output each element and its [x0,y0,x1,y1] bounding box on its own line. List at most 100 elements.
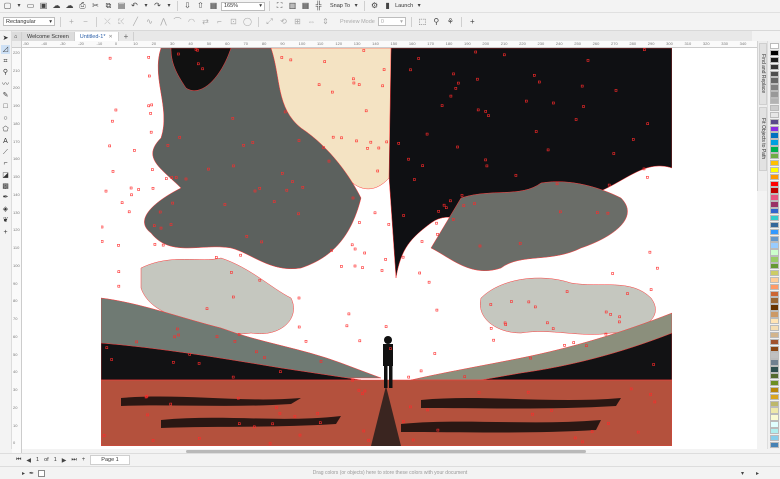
application-launcher-icon[interactable]: ▮ [382,1,393,12]
page-1-tab[interactable]: Page 1 [90,455,130,465]
color-swatch[interactable] [769,214,779,222]
redo-icon[interactable]: ↷ [152,1,163,12]
color-swatch[interactable] [769,393,779,400]
print-icon[interactable]: ⎙ [77,1,88,12]
stretch-nodes-icon[interactable]: ⤢ [264,16,275,27]
last-page-icon[interactable]: ⏭ [71,457,76,464]
polygon-tool-icon[interactable]: ⬠ [1,125,10,134]
color-swatch[interactable] [769,63,779,70]
color-swatch[interactable] [769,111,779,119]
ellipse-tool-icon[interactable]: ○ [1,114,10,123]
find-and-replace-tab[interactable]: Find and Replace [759,43,767,105]
cloud-download-icon[interactable]: ☁ [64,1,75,12]
cloud-upload-icon[interactable]: ☁ [51,1,62,12]
new-tab-button[interactable]: + [119,32,135,41]
color-swatch[interactable] [769,345,779,352]
zoom-level-combo[interactable]: 165% ▾ [221,1,265,11]
color-swatch[interactable] [769,428,779,435]
color-swatch[interactable] [769,297,779,304]
add-node-icon[interactable]: + [66,16,77,27]
parallel-dimension-icon[interactable]: ⟋ [1,148,10,157]
options-gear-icon[interactable]: ⚙ [369,1,380,12]
launch-label[interactable]: Launch [395,3,413,9]
previous-page-icon[interactable]: ◀ [26,457,31,464]
cut-icon[interactable]: ✂ [90,1,101,12]
color-swatch[interactable] [769,173,779,180]
crop-tool-icon[interactable]: ⌗ [1,57,10,66]
color-swatch[interactable] [769,132,779,139]
color-swatch[interactable] [769,208,779,215]
rectangle-tool-icon[interactable]: □ [1,102,10,111]
break-curve-icon[interactable]: ⤪ [116,16,127,27]
chevron-down-icon[interactable]: ▾ [352,1,360,12]
color-swatch[interactable] [769,84,779,91]
vector-artwork[interactable] [101,48,672,446]
color-swatch[interactable] [769,201,779,208]
color-swatch[interactable] [769,56,779,64]
chevron-right-icon[interactable]: ▸ [756,470,759,477]
color-swatch[interactable] [769,77,779,84]
color-swatch[interactable] [769,98,779,105]
select-all-nodes-icon[interactable]: ⬚ [417,16,428,27]
paste-icon[interactable]: ▤ [116,1,127,12]
color-swatch[interactable] [769,414,779,421]
undo-dropdown-icon[interactable]: ▾ [142,1,150,12]
color-swatch[interactable] [769,379,779,387]
eyedropper-icon[interactable]: ✒ [29,470,34,477]
color-swatch[interactable] [769,269,779,277]
align-nodes-icon[interactable]: ⊞ [292,16,303,27]
color-swatch[interactable] [769,400,779,407]
horizontal-ruler[interactable]: -50 -40 -30 -20 -10 0 10 20 30 40 50 60 70 80 90 100 110… [22,41,757,48]
color-swatch[interactable] [769,70,779,77]
chevron-down-icon[interactable]: ▾ [741,470,744,477]
selection-mode-combo[interactable]: Rectangular ▾ [3,17,55,26]
color-swatch[interactable] [769,49,779,57]
color-swatch[interactable] [769,386,779,394]
expand-status-icon[interactable]: ▸ [22,470,25,477]
color-swatch[interactable] [769,104,779,112]
connector-tool-icon[interactable]: ⌐ [1,159,10,168]
chevron-down-icon[interactable]: ▾ [415,1,423,12]
tab-welcome-screen[interactable]: Welcome Screen [22,32,75,41]
color-swatch[interactable] [769,153,779,160]
color-swatch[interactable] [769,139,779,146]
drawing-canvas[interactable] [22,48,757,449]
pick-tool-icon[interactable]: ➤ [1,34,10,43]
smart-fill-icon[interactable]: ❦ [1,216,10,225]
color-swatch[interactable] [769,180,779,187]
close-curve-icon[interactable]: ◯ [242,16,253,27]
artistic-media-icon[interactable]: ✎ [1,91,10,100]
to-line-icon[interactable]: ╱ [130,16,141,27]
symmetrical-node-icon[interactable]: ◠ [186,16,197,27]
new-dropdown-icon[interactable]: ▾ [15,1,23,12]
color-swatch[interactable] [769,146,779,153]
delete-node-icon[interactable]: − [80,16,91,27]
snap-to-label[interactable]: Snap To [330,3,350,9]
ruler-origin[interactable] [12,41,22,48]
cusp-node-icon[interactable]: ⋀ [158,16,169,27]
elastic-mode-icon[interactable]: ⚲ [431,16,442,27]
copy-icon[interactable]: ⧉ [103,1,114,12]
extend-curve-icon[interactable]: ⌐ [214,16,225,27]
color-swatch[interactable] [769,318,779,325]
add-toolbar-item-icon[interactable]: + [467,16,478,27]
reverse-direction-icon[interactable]: ⇄ [200,16,211,27]
save-icon[interactable]: ▣ [38,1,49,12]
color-swatch[interactable] [769,352,779,359]
color-swatch[interactable] [769,359,779,366]
import-icon[interactable]: ⇩ [182,1,193,12]
color-swatch[interactable] [769,256,779,263]
color-swatch[interactable] [769,125,779,132]
reduce-nodes-icon[interactable]: ⚘ [445,16,456,27]
curve-smoothness-field[interactable]: 0 ▾ [377,17,406,26]
first-page-icon[interactable]: ⏮ [16,457,21,464]
transparency-tool-icon[interactable]: ▩ [1,182,10,191]
color-swatch[interactable] [769,324,779,332]
color-swatch[interactable] [769,187,779,194]
color-swatch[interactable] [769,331,779,339]
next-page-icon[interactable]: ▶ [62,457,67,464]
full-screen-icon[interactable]: ⛶ [274,1,285,12]
smooth-node-icon[interactable]: ⌒ [172,16,183,27]
shape-tool-icon[interactable]: ◿ [1,45,10,55]
no-color-swatch[interactable] [38,469,46,477]
